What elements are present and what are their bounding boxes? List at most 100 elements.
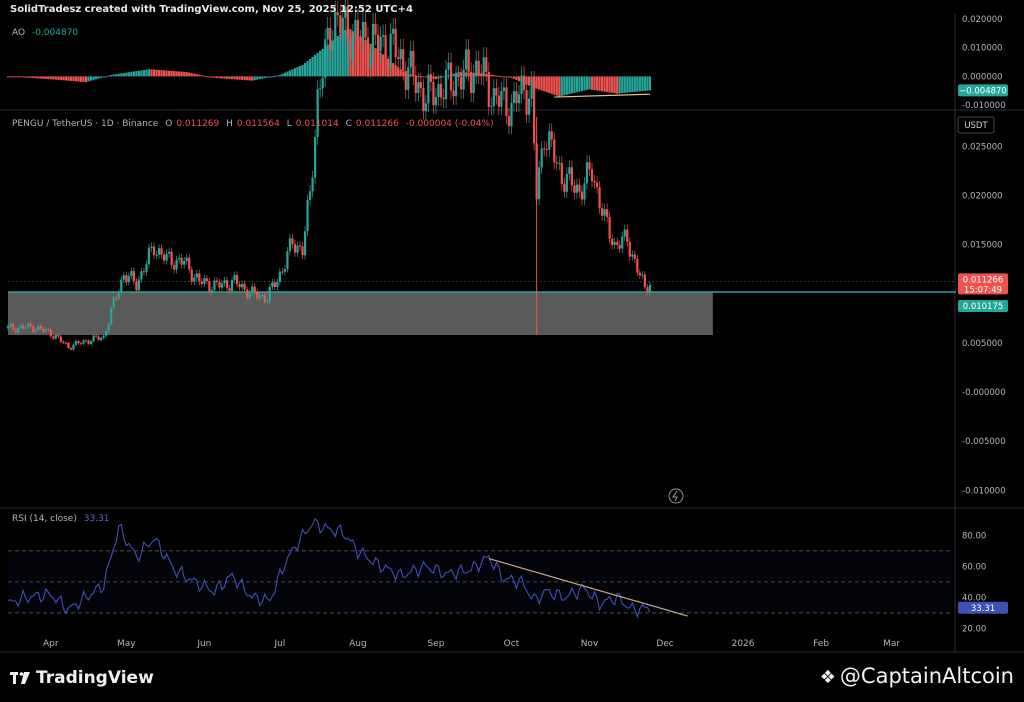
ao-bar (598, 76, 601, 91)
candle (412, 50, 415, 76)
ao-bar (162, 70, 166, 77)
candle (303, 231, 307, 256)
ao-bar (319, 50, 322, 77)
ao-bar (515, 76, 518, 81)
candle (598, 187, 601, 209)
ao-bar (608, 76, 611, 93)
candle (442, 97, 445, 100)
candle (621, 236, 624, 249)
candle (454, 75, 458, 97)
rsi-value-badge-text: 33.31 (971, 604, 995, 614)
ao-bar (558, 76, 561, 97)
candle (24, 327, 27, 329)
ao-bar (228, 76, 231, 79)
ao-bar (210, 76, 214, 78)
candle (578, 184, 581, 192)
ao-bar (392, 62, 395, 77)
candle (543, 148, 546, 150)
ao-bar (271, 76, 274, 78)
candle (22, 325, 25, 329)
candle (316, 89, 319, 138)
tradingview-chart[interactable]: Apr May Jun Jul Aug Sep Oct Nov Dec 2026 Feb Mar 0.0… (0, 0, 1024, 702)
candle (301, 246, 304, 256)
candle (465, 49, 468, 70)
rsi-tick-label: 80.00 (962, 531, 986, 541)
candle (502, 87, 506, 91)
ao-bar (79, 76, 83, 82)
ao-bar (140, 70, 143, 77)
ao-tick-label: 0.020000 (962, 15, 1003, 25)
ao-bar (314, 54, 317, 77)
candle (180, 257, 183, 265)
candle (233, 274, 236, 280)
candle (359, 40, 362, 42)
change-value: -0.000004 (-0.04%) (405, 119, 494, 129)
candle (185, 257, 188, 261)
lightning-icon (672, 490, 678, 502)
ao-bar (225, 76, 229, 79)
ao-bar (39, 76, 42, 79)
candle (631, 254, 634, 257)
candle (82, 340, 85, 344)
candle (230, 279, 234, 291)
ao-bar (606, 76, 609, 93)
candle (132, 271, 135, 282)
ao-bar (89, 76, 93, 81)
candle (384, 35, 387, 66)
candle (220, 283, 224, 288)
candle (27, 323, 30, 328)
ao-bar (545, 76, 548, 93)
candle (296, 245, 299, 253)
candle (110, 308, 113, 324)
ao-bar (553, 76, 556, 95)
ao-bar (344, 29, 347, 77)
candle (447, 62, 450, 70)
ao-bar (616, 76, 619, 94)
candle (507, 116, 511, 127)
x-tick-label: 2026 (732, 639, 755, 649)
ao-bar (442, 76, 445, 78)
ao-bar (213, 76, 216, 78)
rsi-tick-label: 20.00 (962, 624, 986, 634)
candle (457, 75, 460, 78)
ao-bar (135, 71, 138, 77)
candle (477, 60, 480, 75)
pane-clip-guide (0, 0, 1024, 110)
ao-bar (628, 76, 631, 93)
candle (32, 326, 35, 333)
candle (308, 191, 312, 200)
candle (319, 88, 322, 90)
candle (394, 28, 397, 58)
candle (646, 287, 649, 293)
candle (266, 301, 269, 303)
ao-bar (152, 69, 156, 77)
candle (553, 139, 556, 163)
candle (183, 260, 186, 265)
candle (379, 36, 382, 52)
candle (590, 169, 594, 182)
scroll-to-realtime-icon (668, 488, 684, 504)
candle (64, 342, 67, 344)
candle (485, 57, 488, 72)
candle (492, 88, 495, 107)
open-value: 0.011269 (176, 119, 220, 129)
ao-bar (286, 71, 289, 77)
candle (9, 323, 12, 327)
x-tick-label: Sep (427, 639, 444, 649)
ao-bar (117, 73, 120, 77)
ao-bar (130, 71, 133, 77)
ao-bar (434, 76, 438, 80)
ao-bar (215, 76, 219, 79)
price-badge-text: 0.011266 (963, 275, 1004, 285)
candle (389, 33, 392, 68)
candle (246, 289, 249, 298)
candle (228, 288, 231, 291)
candle (162, 254, 166, 261)
ao-bar (37, 76, 40, 79)
candle (414, 75, 417, 94)
ao-bar (573, 76, 576, 93)
ao-bar (568, 76, 571, 95)
candle (550, 131, 553, 140)
ao-bar (495, 75, 498, 77)
candle (291, 238, 294, 245)
